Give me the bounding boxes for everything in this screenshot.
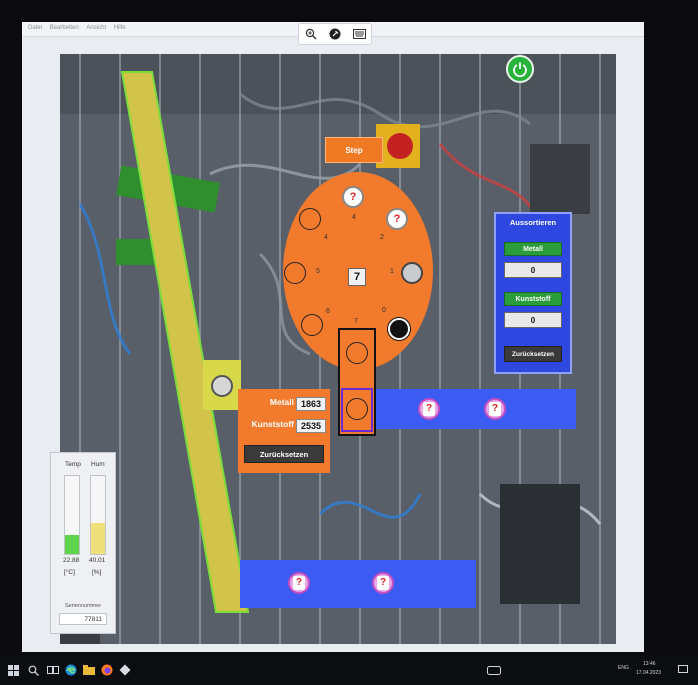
tray-date[interactable]: 17.04.2023 [636, 670, 661, 676]
temp-unit: [°C] [64, 569, 75, 576]
carousel-slot-0[interactable] [388, 318, 410, 340]
hum-value: 40.01 [89, 557, 106, 564]
sort-kunststoff-button[interactable]: Kunststoff [504, 292, 562, 306]
chute-slot-upper[interactable] [346, 342, 368, 364]
temp-gauge [64, 475, 80, 555]
chute-slot-lower[interactable] [346, 398, 368, 420]
carousel-slot-4[interactable] [299, 208, 321, 230]
environment-panel: Temp Hum 22.88 40.01 [°C] [%] Seriennumm… [50, 452, 116, 634]
keyboard-tray-icon[interactable] [486, 663, 502, 677]
kunststoff-count-value: 2535 [296, 419, 326, 433]
slot-number-6: 6 [326, 308, 330, 315]
file-explorer-icon[interactable] [82, 663, 96, 677]
sort-metall-value: 0 [504, 262, 562, 278]
belt-item-1[interactable]: ? [418, 398, 440, 420]
kunststoff-count-label: Kunststoff [251, 419, 295, 429]
temp-gauge-fill [65, 534, 79, 554]
belt-item-2[interactable]: ? [484, 398, 506, 420]
carousel-position-display: 7 [348, 268, 366, 286]
sort-kunststoff-value: 0 [504, 312, 562, 328]
sorting-panel: Aussortieren Metall 0 Kunststoff 0 Zurüc… [494, 212, 572, 374]
sorting-title: Aussortieren [509, 218, 557, 227]
slot-number-5: 5 [316, 268, 320, 275]
metall-count-value: 1863 [296, 397, 326, 411]
task-view-icon[interactable] [46, 663, 60, 677]
hum-gauge-fill [91, 522, 105, 554]
slot-number-2: 2 [380, 234, 384, 241]
hum-unit: [%] [92, 569, 102, 576]
carousel-slot-6[interactable] [301, 314, 323, 336]
temp-label: Temp [65, 461, 81, 468]
slot-number-4: 4 [324, 234, 328, 241]
carousel-slot-3[interactable]: ? [342, 186, 364, 208]
metall-count-label: Metall [269, 397, 294, 407]
hum-gauge [90, 475, 106, 555]
tray-time[interactable]: 13:46 [643, 661, 656, 667]
carousel-slot-2[interactable]: ? [386, 208, 408, 230]
slot-number-3: 4 [352, 214, 356, 221]
belt-item-3[interactable]: ? [288, 572, 310, 594]
slot-number-1: 1 [390, 268, 394, 275]
power-button[interactable] [506, 55, 534, 83]
windows-start-icon[interactable] [6, 663, 20, 677]
step-button[interactable]: Step [325, 137, 383, 163]
counter-reset-button[interactable]: Zurücksetzen [244, 445, 324, 463]
belt-item-4[interactable]: ? [372, 572, 394, 594]
slot-number-7: 7 [354, 318, 358, 325]
sort-reset-button[interactable]: Zurücksetzen [504, 346, 562, 362]
sort-metall-button[interactable]: Metall [504, 242, 562, 256]
temp-value: 22.88 [63, 557, 80, 564]
serial-number-value: 77811 [59, 613, 107, 625]
carousel-slot-1[interactable] [401, 262, 423, 284]
carousel-slot-5[interactable] [284, 262, 306, 284]
edge-browser-icon[interactable] [64, 663, 78, 677]
power-icon [513, 62, 527, 77]
serial-number-label: Seriennummer [64, 603, 102, 609]
inductive-sensor [203, 360, 241, 410]
app-icon[interactable] [118, 663, 132, 677]
firefox-icon[interactable] [100, 663, 114, 677]
app-window: Datei Bearbeiten Ansicht Hilfe Step ? 4 … [22, 22, 644, 652]
notification-icon[interactable] [676, 663, 690, 677]
search-icon[interactable] [26, 663, 40, 677]
blue-belt-right [376, 389, 576, 429]
hum-label: Hum [91, 461, 105, 468]
tray-language[interactable]: ENG [618, 665, 629, 671]
counter-panel: Metall 1863 Kunststoff 2535 Zurücksetzen [238, 389, 330, 473]
windows-taskbar: ENG 13:46 17.04.2023 [0, 656, 698, 685]
blue-belt-bottom [240, 560, 476, 608]
sensor-ring-icon [211, 375, 233, 397]
output-chute [338, 328, 376, 436]
slot-number-0: 0 [382, 307, 386, 314]
